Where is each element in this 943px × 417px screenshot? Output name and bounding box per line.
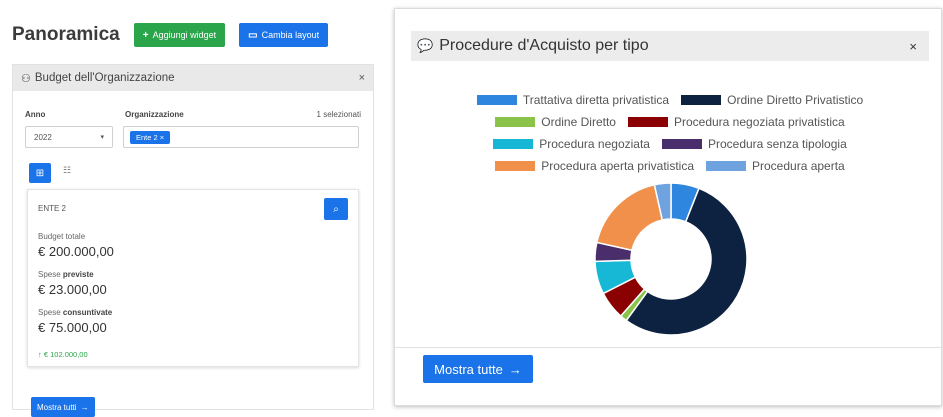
procedure-panel-title: Procedure d'Acquisto per tipo [439, 37, 649, 54]
budget-panel-title: Budget dell'Organizzazione [34, 72, 175, 84]
legend-label: Ordine Diretto Privatistico [727, 93, 864, 107]
organization-select[interactable]: Ente 2 × [123, 126, 359, 148]
legend-label: Trattativa diretta privatistica [522, 93, 670, 107]
search-icon: ⌕ [333, 203, 339, 215]
show-all-label: Mostra tutti [37, 402, 77, 412]
divider [395, 347, 941, 348]
budget-card: ENTE 2 ⌕ Budget totale € 200.000,00 Spes… [27, 189, 359, 367]
legend-row: Procedura negoziata Procedura senza tipol… [411, 133, 929, 155]
show-all-procedures-button[interactable]: Mostra tutte → [423, 355, 533, 383]
plus-icon: + [142, 29, 149, 41]
show-all-button[interactable]: Mostra tutti → [31, 397, 95, 417]
year-label: Anno [25, 110, 46, 119]
add-widget-button[interactable]: + Aggiungi widget [133, 23, 226, 47]
search-button[interactable]: ⌕ [324, 198, 348, 220]
arrow-right-icon: → [80, 402, 89, 412]
expected-expenses-value: € 23.000,00 [38, 282, 107, 297]
budget-total-label: Budget totale [38, 232, 86, 241]
actual-expenses-value: € 75.000,00 [38, 320, 107, 335]
legend-swatch [495, 161, 536, 171]
show-all-label: Mostra tutte [434, 361, 503, 377]
page-header: Panoramica + Aggiungi widget ▭ Cambia la… [12, 22, 329, 48]
legend-item[interactable]: Ordine Diretto Privatistico [681, 93, 863, 107]
chevron-down-icon: ▾ [100, 134, 104, 141]
arrow-up-icon: ↑ [38, 350, 42, 359]
legend-item[interactable]: Procedura senza tipologia [661, 137, 847, 151]
legend-label: Procedura senza tipologia [707, 137, 847, 151]
legend-item[interactable]: Ordine Diretto [495, 115, 616, 129]
ente-name: ENTE 2 [38, 204, 67, 213]
procedure-panel-header: 💬 Procedure d'Acquisto per tipo × [411, 31, 929, 61]
legend-row: Ordine Diretto Procedura negoziata privat… [411, 111, 929, 133]
year-value: 2022 [34, 132, 52, 142]
selected-count: 1 selezionati [316, 110, 361, 119]
close-icon[interactable]: × [359, 72, 365, 84]
list-icon: ☷ [63, 165, 72, 175]
add-widget-label: Aggiungi widget [152, 30, 217, 40]
organization-chip[interactable]: Ente 2 × [130, 130, 171, 144]
change-layout-button[interactable]: ▭ Cambia layout [239, 23, 329, 47]
left-column: Panoramica + Aggiungi widget ▭ Cambia la… [0, 0, 380, 417]
legend-label: Procedura negoziata [539, 137, 650, 151]
legend-row: Procedura aperta privatistica Procedura a… [411, 155, 929, 177]
legend-item[interactable]: Procedura negoziata privatistica [627, 115, 845, 129]
legend-swatch [681, 95, 722, 105]
budget-panel-body: Anno Organizzazione 1 selezionati 2022 ▾… [13, 91, 373, 417]
legend-swatch [476, 95, 517, 105]
legend-swatch [706, 161, 746, 171]
legend-label: Procedura negoziata privatistica [673, 115, 845, 129]
expected-expenses-label: Spese previste [38, 270, 94, 279]
legend-item[interactable]: Procedura negoziata [493, 137, 650, 151]
legend-item[interactable]: Procedura aperta privatistica [495, 159, 694, 173]
list-view-button[interactable]: ☷ [63, 165, 71, 176]
chart-legend: Trattativa diretta privatistica Ordine Di… [411, 89, 929, 177]
organization-icon: ⚇ [21, 72, 31, 85]
grid-icon: ⊞ [35, 167, 45, 179]
budget-panel: ⚇ Budget dell'Organizzazione × Anno Orga… [12, 64, 374, 417]
actual-expenses-label: Spese consuntivate [38, 308, 113, 317]
organization-label: Organizzazione [125, 110, 184, 119]
close-icon[interactable]: × [909, 39, 917, 54]
legend-item[interactable]: Trattativa diretta privatistica [476, 93, 670, 107]
legend-swatch [495, 117, 536, 127]
legend-swatch [661, 139, 702, 149]
legend-label: Ordine Diretto [541, 115, 616, 129]
page-title: Panoramica [12, 24, 120, 45]
legend-row: Trattativa diretta privatistica Ordine Di… [411, 89, 929, 111]
budget-panel-header: ⚇ Budget dell'Organizzazione × [13, 65, 373, 91]
budget-total-value: € 200.000,00 [38, 244, 114, 259]
legend-swatch [493, 139, 534, 149]
budget-delta: ↑ € 102.000,00 [38, 350, 88, 359]
arrow-right-icon: → [508, 361, 522, 377]
legend-item[interactable]: Procedura aperta [706, 159, 845, 173]
procedure-panel: 💬 Procedure d'Acquisto per tipo × Tratta… [394, 8, 942, 406]
legend-label: Procedura aperta privatistica [541, 159, 694, 173]
grid-view-button[interactable]: ⊞ [29, 163, 51, 183]
donut-chart [594, 182, 748, 336]
monitor-icon: ▭ [248, 29, 258, 41]
legend-swatch [627, 117, 668, 127]
donut-slice[interactable] [595, 183, 664, 252]
legend-label: Procedura aperta [752, 159, 845, 173]
change-layout-label: Cambia layout [261, 30, 320, 40]
chat-icon: 💬 [417, 38, 434, 53]
year-select[interactable]: 2022 ▾ [25, 126, 113, 148]
